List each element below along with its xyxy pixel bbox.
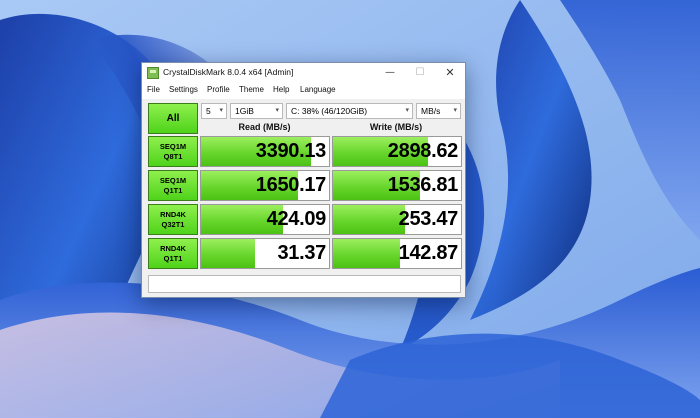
run-all-button[interactable]: All xyxy=(148,103,198,134)
chevron-down-icon: ▾ xyxy=(405,107,409,114)
menu-theme[interactable]: Theme xyxy=(239,85,264,94)
comment-input[interactable] xyxy=(148,275,461,293)
write-bar xyxy=(333,239,400,268)
crystaldiskmark-window: CrystalDiskMark 8.0.4 x64 [Admin] — ☐ ✕ … xyxy=(141,62,466,298)
test-button-seq1m-q8t1[interactable]: SEQ1M Q8T1 xyxy=(148,136,198,167)
write-result-seq1m-q1t1: 1536.81 xyxy=(332,170,462,201)
write-result-rnd4k-q1t1: 142.87 xyxy=(332,238,462,269)
menu-language[interactable]: Language xyxy=(300,85,336,94)
chevron-down-icon: ▾ xyxy=(453,107,457,114)
read-column-header: Read (MB/s) xyxy=(238,122,291,132)
read-result-seq1m-q1t1: 1650.17 xyxy=(200,170,330,201)
read-result-rnd4k-q1t1: 31.37 xyxy=(200,238,330,269)
test-button-rnd4k-q1t1[interactable]: RND4K Q1T1 xyxy=(148,238,198,269)
minimize-button[interactable]: — xyxy=(375,63,405,83)
maximize-button[interactable]: ☐ xyxy=(405,63,435,83)
test-count-select[interactable]: 5 ▾ xyxy=(201,103,227,119)
menu-settings[interactable]: Settings xyxy=(169,85,198,94)
read-result-seq1m-q8t1: 3390.13 xyxy=(200,136,330,167)
chevron-down-icon: ▾ xyxy=(219,107,223,114)
test-button-rnd4k-q32t1[interactable]: RND4K Q32T1 xyxy=(148,204,198,235)
write-result-rnd4k-q32t1: 253.47 xyxy=(332,204,462,235)
read-result-rnd4k-q32t1: 424.09 xyxy=(200,204,330,235)
window-title: CrystalDiskMark 8.0.4 x64 [Admin] xyxy=(163,67,294,77)
menu-help[interactable]: Help xyxy=(273,85,289,94)
close-button[interactable]: ✕ xyxy=(435,63,465,83)
write-column-header: Write (MB/s) xyxy=(369,122,423,132)
write-result-seq1m-q8t1: 2898.62 xyxy=(332,136,462,167)
unit-select[interactable]: MB/s ▾ xyxy=(416,103,461,119)
chevron-down-icon: ▾ xyxy=(275,107,279,114)
menu-profile[interactable]: Profile xyxy=(207,85,230,94)
menu-file[interactable]: File xyxy=(147,85,160,94)
test-size-select[interactable]: 1GiB ▾ xyxy=(230,103,283,119)
test-button-seq1m-q1t1[interactable]: SEQ1M Q1T1 xyxy=(148,170,198,201)
read-bar xyxy=(201,239,255,268)
drive-select[interactable]: C: 38% (46/120GiB) ▾ xyxy=(286,103,413,119)
main-panel: All 5 ▾ 1GiB ▾ C: 38% (46/120GiB) ▾ MB/s… xyxy=(142,99,465,297)
title-bar[interactable]: CrystalDiskMark 8.0.4 x64 [Admin] — ☐ ✕ xyxy=(142,63,465,83)
app-icon xyxy=(147,67,159,79)
write-bar xyxy=(333,205,405,234)
menu-bar: File Settings Profile Theme Help Languag… xyxy=(142,83,465,99)
